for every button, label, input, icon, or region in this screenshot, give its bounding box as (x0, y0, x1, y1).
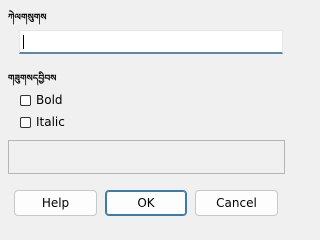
bold-option[interactable]: Bold (20, 92, 63, 108)
ok-button[interactable]: OK (105, 190, 187, 216)
italic-label: Italic (36, 115, 65, 129)
style-section-label: གཟུགསདབྱིབས (8, 74, 57, 84)
text-caret (23, 35, 24, 49)
italic-checkbox[interactable] (20, 116, 31, 128)
bold-checkbox[interactable] (20, 94, 31, 106)
preview-box (8, 140, 285, 174)
cancel-button[interactable]: Cancel (195, 190, 278, 216)
italic-option[interactable]: Italic (20, 114, 65, 130)
font-dialog: ཀེལགསུགས གཟུགསདབྱིབས Bold Italic Help OK… (0, 0, 293, 231)
bold-label: Bold (36, 93, 63, 107)
name-section-label: ཀེལགསུགས (8, 13, 47, 23)
name-input[interactable] (19, 30, 283, 54)
help-button[interactable]: Help (14, 190, 97, 216)
